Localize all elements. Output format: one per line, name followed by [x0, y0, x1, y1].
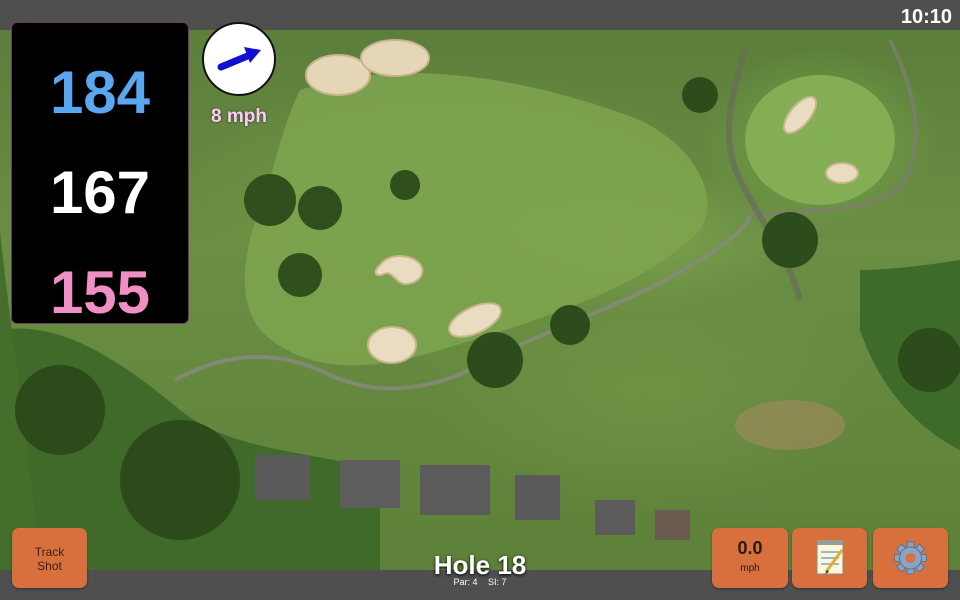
building [655, 510, 690, 540]
speed-unit: mph [740, 563, 760, 574]
back-distance: 184 [49, 59, 151, 126]
track-shot-label-line2: Shot [37, 559, 62, 573]
tree [898, 328, 960, 392]
bunker [825, 162, 859, 184]
bunker [367, 326, 417, 364]
tree [244, 174, 296, 226]
tree [120, 420, 240, 540]
hole-info: Par: 4 SI: 7 [380, 577, 580, 587]
tree [467, 332, 523, 388]
green [745, 75, 895, 205]
building [420, 465, 490, 515]
front-distance: 155 [49, 259, 151, 326]
gear-icon [894, 541, 927, 575]
tree [278, 253, 322, 297]
wind-speed-label: 8 mph [211, 106, 267, 127]
tree [762, 212, 818, 268]
hole-par: Par: 4 [453, 577, 478, 587]
track-shot-label-line1: Track [34, 545, 65, 559]
middle-distance: 167 [49, 159, 151, 226]
arrow-icon [217, 47, 261, 71]
tree [682, 77, 718, 113]
bare-ground [735, 400, 845, 450]
tree [550, 305, 590, 345]
notes-button[interactable] [792, 528, 867, 588]
building [595, 500, 635, 535]
notepad-icon [816, 540, 844, 575]
hole-stroke-index: SI: 7 [488, 577, 507, 587]
tree [390, 170, 420, 200]
settings-button[interactable] [873, 528, 948, 588]
building [255, 455, 310, 500]
distance-panel: 184 167 155 [11, 22, 189, 324]
building [340, 460, 400, 508]
clock: 10:10 [900, 6, 952, 28]
track-shot-button[interactable]: Track Shot [12, 528, 87, 588]
wind-direction-dial [202, 22, 276, 96]
tree [298, 186, 342, 230]
tree [15, 365, 105, 455]
bunker [360, 39, 430, 77]
speed-button[interactable]: 0.0 mph [712, 528, 788, 588]
building [515, 475, 560, 520]
speed-value: 0.0 [737, 538, 763, 558]
